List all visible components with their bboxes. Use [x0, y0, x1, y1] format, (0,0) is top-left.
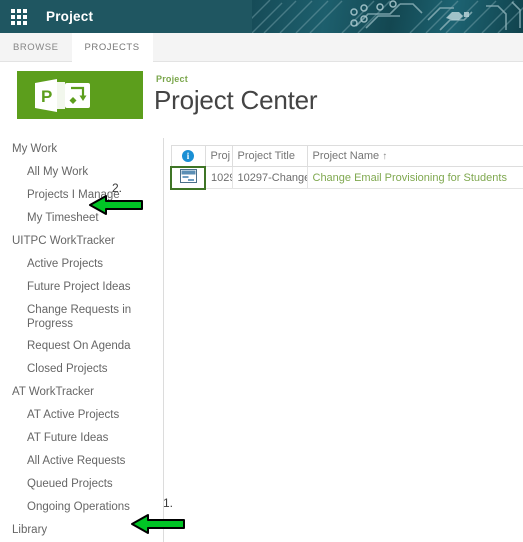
nav-item-change-requests-in-progress[interactable]: Change Requests in Progress — [0, 299, 163, 335]
page-header: P Project Project Center — [0, 62, 523, 138]
cell-project-id: 10297 — [205, 166, 233, 189]
column-header-project-name-label: Project Name — [312, 150, 380, 162]
project-name-link[interactable]: Change Email Provisioning for Students — [313, 172, 507, 184]
suite-bar: Project — [0, 0, 523, 33]
suite-bar-title[interactable]: Project — [46, 9, 93, 24]
suite-bar-left: Project — [0, 0, 252, 33]
nav-item-all-active-requests[interactable]: All Active Requests — [0, 450, 163, 473]
ribbon-bar: BROWSE PROJECTS — [0, 33, 523, 62]
site-breadcrumb-link[interactable]: Project — [156, 74, 188, 84]
nav-item-all-my-work[interactable]: All My Work — [0, 161, 163, 184]
svg-text:P: P — [41, 87, 52, 106]
project-grid-container: i Proj Project Title Project Name ↑ 102 … — [170, 145, 523, 190]
annotation-number-1: 1. — [163, 496, 174, 510]
cell-project-title: 10297-Change E — [232, 166, 308, 189]
project-item-icon[interactable] — [179, 169, 197, 186]
nav-item-at-future-ideas[interactable]: AT Future Ideas — [0, 427, 163, 450]
info-icon[interactable]: i — [182, 149, 194, 162]
annotation-arrow-2 — [88, 194, 144, 221]
column-header-indicator[interactable]: i — [170, 145, 206, 167]
app-launcher-waffle-icon[interactable] — [11, 8, 27, 25]
row-project-icon-cell[interactable] — [170, 165, 206, 190]
page-title: Project Center — [154, 85, 318, 115]
ribbon-tab-list: BROWSE PROJECTS — [0, 33, 153, 62]
content-area: i Proj Project Title Project Name ↑ 102 … — [165, 138, 523, 542]
cell-project-name[interactable]: Change Email Provisioning for Students — [307, 166, 523, 189]
project-logo-tile: P — [17, 71, 143, 119]
nav-item-queued-projects[interactable]: Queued Projects — [0, 473, 163, 496]
column-header-project-id[interactable]: Proj — [205, 145, 233, 167]
project-grid: i Proj Project Title Project Name ↑ 102 … — [170, 145, 523, 190]
column-header-project-name[interactable]: Project Name ↑ — [307, 145, 523, 167]
grid-header-row: i Proj Project Title Project Name ↑ — [170, 145, 523, 167]
nav-item-at-active-projects[interactable]: AT Active Projects — [0, 404, 163, 427]
nav-group-uitpc-worktracker[interactable]: UITPC WorkTracker — [0, 230, 163, 253]
nav-group-my-work[interactable]: My Work — [0, 138, 163, 161]
tab-projects[interactable]: PROJECTS — [71, 33, 153, 62]
project-center-page: Project BROWSE PROJECTS P Project Projec… — [0, 0, 523, 542]
annotation-number-2: 2. — [112, 181, 123, 195]
column-header-project-title[interactable]: Project Title — [232, 145, 308, 167]
nav-item-active-projects[interactable]: Active Projects — [0, 253, 163, 276]
suite-bar-circuit-art — [250, 0, 523, 33]
tab-browse[interactable]: BROWSE — [0, 33, 72, 62]
sort-ascending-icon: ↑ — [382, 151, 388, 162]
annotation-arrow-1 — [130, 513, 186, 540]
nav-item-future-project-ideas[interactable]: Future Project Ideas — [0, 276, 163, 299]
nav-item-closed-projects[interactable]: Closed Projects — [0, 358, 163, 381]
project-logo-icon: P — [35, 79, 97, 117]
table-row[interactable]: 10297 10297-Change E Change Email Provis… — [170, 165, 523, 190]
nav-group-at-worktracker[interactable]: AT WorkTracker — [0, 381, 163, 404]
nav-item-request-on-agenda[interactable]: Request On Agenda — [0, 335, 163, 358]
